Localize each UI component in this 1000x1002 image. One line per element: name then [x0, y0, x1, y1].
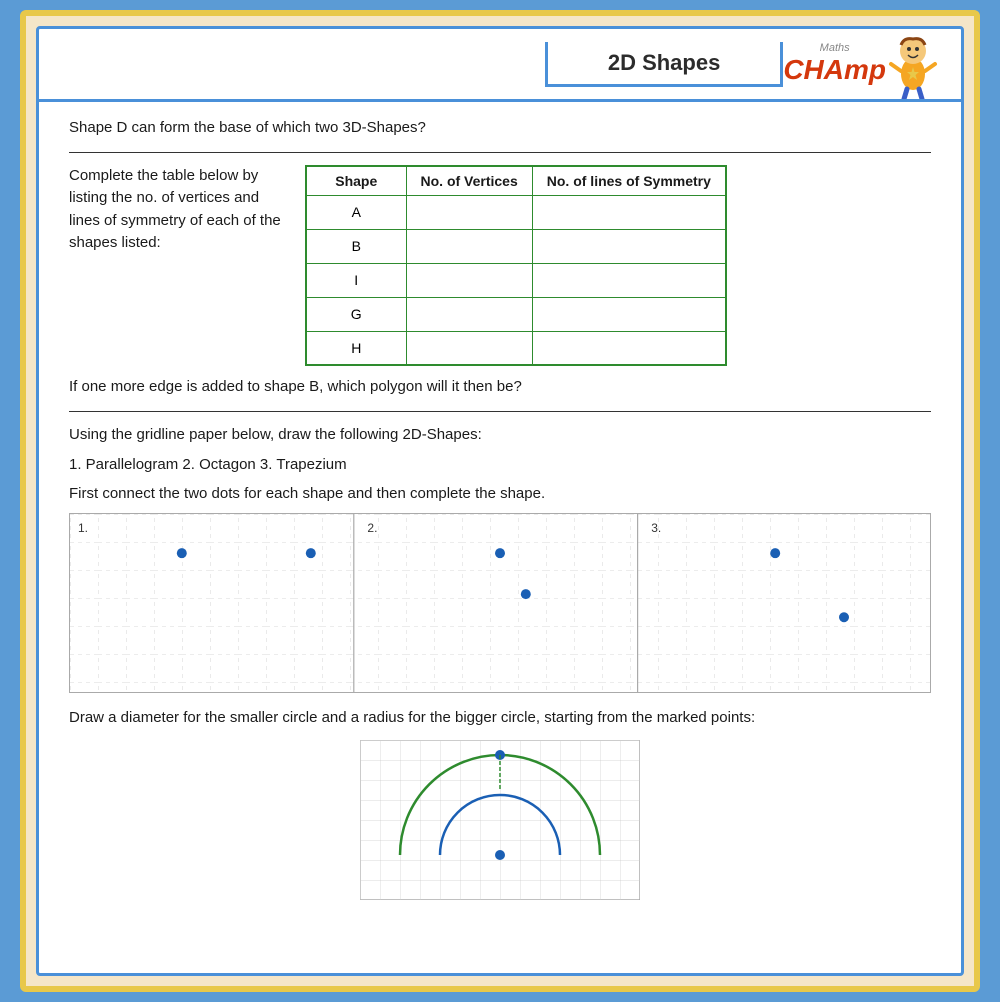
shape-h: H — [306, 331, 406, 365]
question-5: Draw a diameter for the smaller circle a… — [69, 707, 931, 730]
vertices-g[interactable] — [406, 297, 532, 331]
vertices-i[interactable] — [406, 263, 532, 297]
question-4-intro: Using the gridline paper below, draw the… — [69, 424, 931, 447]
header: 2D Shapes Maths CHAmp — [39, 29, 961, 102]
table-description: Complete the table below by listing the … — [69, 165, 289, 255]
symmetry-b[interactable] — [532, 229, 726, 263]
champ-text: CHAmp — [783, 54, 886, 86]
question-3: If one more edge is added to shape B, wh… — [69, 376, 931, 399]
vertices-b[interactable] — [406, 229, 532, 263]
vertices-a[interactable] — [406, 195, 532, 229]
question-4-shapes: 1. Parallelogram 2. Octagon 3. Trapezium — [69, 454, 931, 477]
outer-border: 2D Shapes Maths CHAmp — [20, 10, 980, 992]
question-1: Shape D can form the base of which two 3… — [69, 117, 931, 140]
circle-section — [69, 740, 931, 900]
shape-b: B — [306, 229, 406, 263]
svg-text:1.: 1. — [78, 521, 88, 535]
table-row: I — [306, 263, 726, 297]
symmetry-h[interactable] — [532, 331, 726, 365]
inner-content: 2D Shapes Maths CHAmp — [36, 26, 964, 976]
symmetry-i[interactable] — [532, 263, 726, 297]
shape-a: A — [306, 195, 406, 229]
champ-figure — [886, 29, 941, 99]
divider-2 — [69, 411, 931, 412]
content-area: Shape D can form the base of which two 3… — [39, 102, 961, 915]
table-row: G — [306, 297, 726, 331]
table-row: A — [306, 195, 726, 229]
grid-section: 1. 2. 3. — [69, 513, 931, 693]
shape-i: I — [306, 263, 406, 297]
vertices-h[interactable] — [406, 331, 532, 365]
shape-g: G — [306, 297, 406, 331]
table-section: Complete the table below by listing the … — [69, 165, 931, 367]
shapes-table: Shape No. of Vertices No. of lines of Sy… — [305, 165, 727, 367]
symmetry-g[interactable] — [532, 297, 726, 331]
champ-logo: Maths CHAmp — [783, 29, 941, 99]
table-row: B — [306, 229, 726, 263]
divider-1 — [69, 152, 931, 153]
title-text: 2D Shapes — [608, 50, 721, 75]
col-symmetry: No. of lines of Symmetry — [532, 166, 726, 196]
champ-tagline: Maths — [820, 42, 850, 54]
grid-container: 1. 2. 3. — [69, 513, 931, 693]
page-title: 2D Shapes — [545, 42, 784, 87]
q2-text: Complete the table below by listing the … — [69, 167, 281, 252]
col-vertices: No. of Vertices — [406, 166, 532, 196]
col-shape: Shape — [306, 166, 406, 196]
svg-text:2.: 2. — [367, 521, 377, 535]
question-4-instruction: First connect the two dots for each shap… — [69, 483, 931, 506]
circle-diagram — [360, 740, 640, 900]
svg-text:3.: 3. — [651, 521, 661, 535]
symmetry-a[interactable] — [532, 195, 726, 229]
grid-svg: 1. 2. 3. — [70, 514, 930, 692]
table-row: H — [306, 331, 726, 365]
